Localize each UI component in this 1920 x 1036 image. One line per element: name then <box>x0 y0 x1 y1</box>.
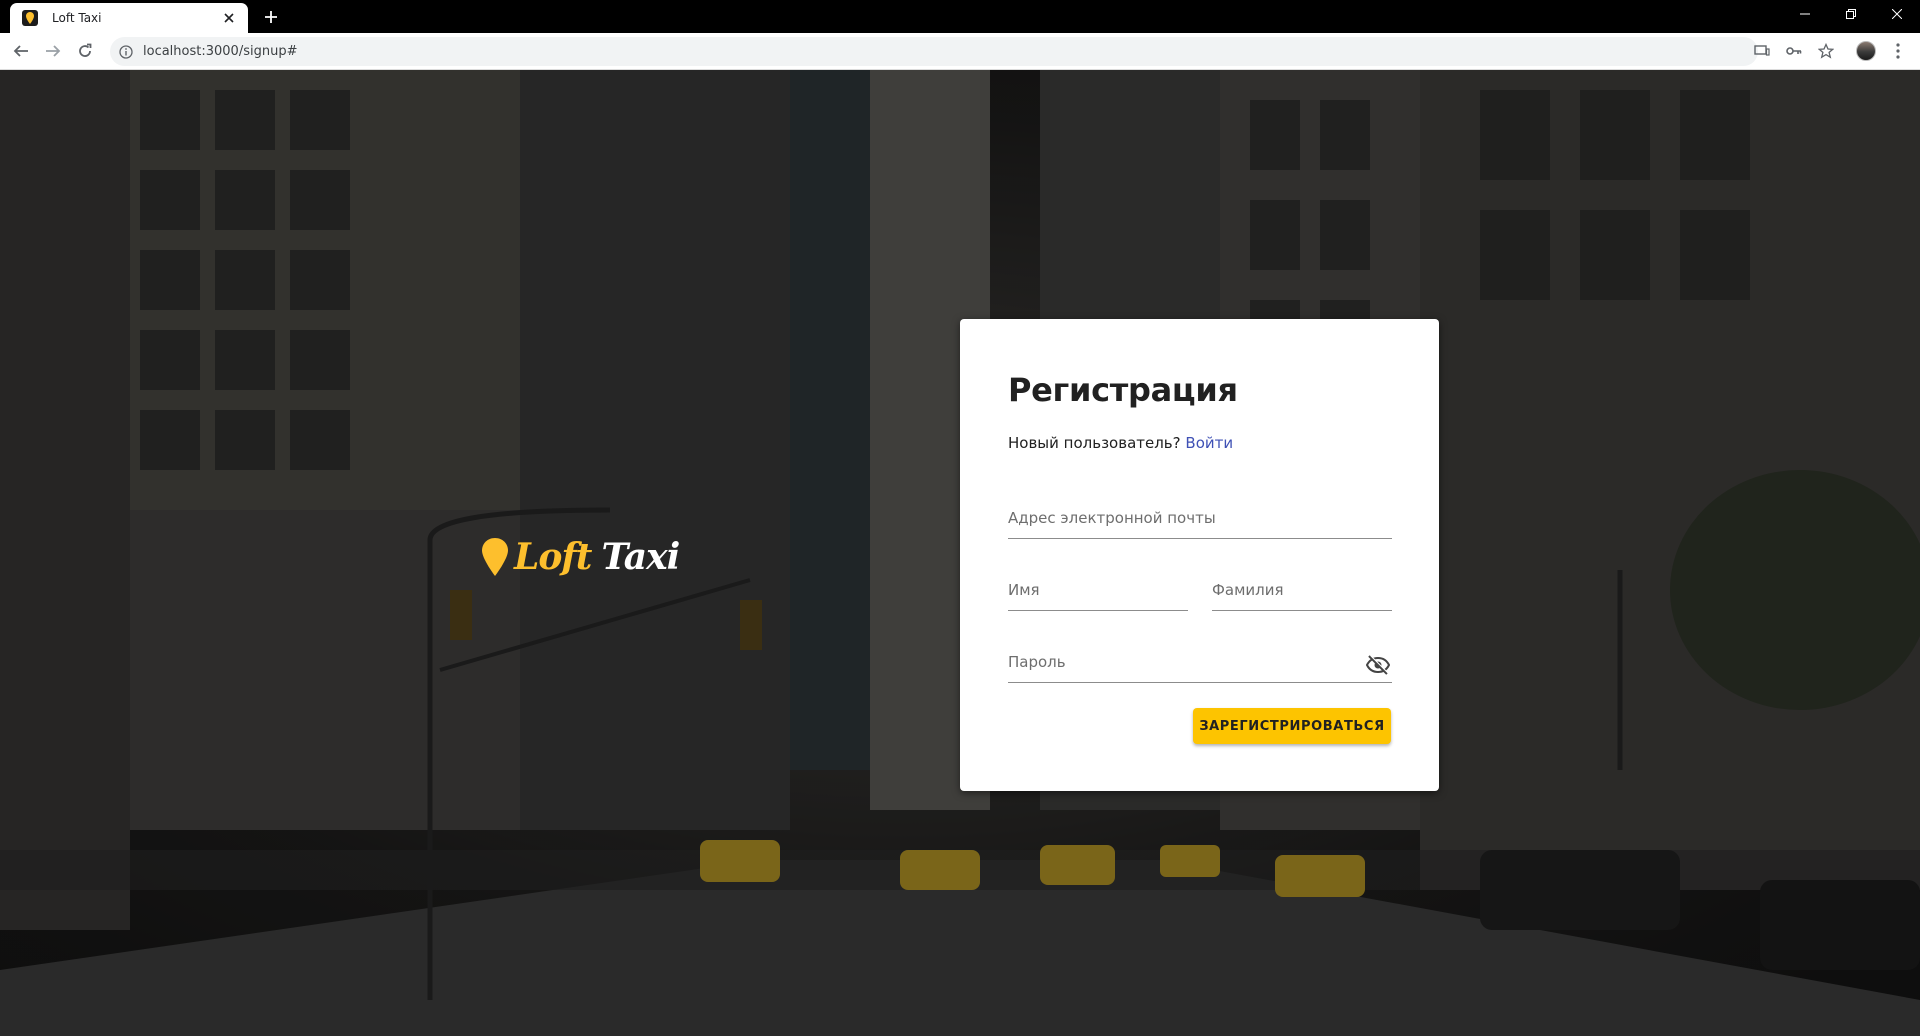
loft-taxi-favicon-icon <box>22 10 38 26</box>
profile-avatar[interactable] <box>1856 41 1876 61</box>
location-pin-icon <box>482 538 508 576</box>
menu-dots-icon[interactable] <box>1888 41 1908 61</box>
avatar <box>1856 41 1876 61</box>
url-text: localhost:3000/signup# <box>143 44 298 59</box>
page-title: Регистрация <box>1008 371 1238 409</box>
address-bar[interactable]: localhost:3000/signup# <box>110 37 1758 66</box>
key-icon[interactable] <box>1784 41 1804 61</box>
logo-taxi-text: Taxi <box>601 536 680 578</box>
visibility-off-icon[interactable] <box>1366 655 1390 675</box>
first-name-field[interactable]: Имя <box>1008 571 1188 611</box>
back-arrow-icon[interactable] <box>9 39 33 63</box>
window-controls <box>1782 0 1920 28</box>
login-prompt: Новый пользователь? Войти <box>1008 434 1233 452</box>
signup-form: Регистрация Новый пользователь? Войти Ад… <box>960 319 1439 791</box>
cast-icon[interactable] <box>1752 41 1772 61</box>
bookmark-star-icon[interactable] <box>1816 41 1836 61</box>
new-tab-icon[interactable] <box>261 7 281 27</box>
reload-icon[interactable] <box>73 39 97 63</box>
password-field[interactable]: Пароль <box>1008 643 1392 683</box>
browser-tab[interactable]: Loft Taxi <box>10 3 248 33</box>
close-window-icon[interactable] <box>1874 0 1920 28</box>
minimize-icon[interactable] <box>1782 0 1828 28</box>
loft-taxi-logo: Loft Taxi <box>480 532 680 582</box>
last-name-field[interactable]: Фамилия <box>1212 571 1392 611</box>
logo-loft-text: Loft <box>514 536 592 578</box>
new-user-text: Новый пользователь? <box>1008 434 1181 452</box>
last-name-input[interactable] <box>1212 571 1392 610</box>
tab-strip: Loft Taxi <box>0 0 1920 33</box>
restore-icon[interactable] <box>1828 0 1874 28</box>
email-field[interactable]: Адрес электронной почты <box>1008 499 1392 539</box>
site-info-icon[interactable] <box>118 44 134 60</box>
tab-close-icon[interactable] <box>220 9 238 27</box>
forward-arrow-icon[interactable] <box>41 39 65 63</box>
browser-toolbar: localhost:3000/signup# <box>0 33 1920 70</box>
signup-page: Loft Taxi Регистрация Новый пользователь… <box>0 70 1920 1036</box>
first-name-input[interactable] <box>1008 571 1188 610</box>
signup-button[interactable]: ЗАРЕГИСТРИРОВАТЬСЯ <box>1193 708 1391 744</box>
login-link[interactable]: Войти <box>1185 434 1233 452</box>
email-input[interactable] <box>1008 499 1392 538</box>
password-input[interactable] <box>1008 643 1392 682</box>
tab-title: Loft Taxi <box>52 11 102 25</box>
